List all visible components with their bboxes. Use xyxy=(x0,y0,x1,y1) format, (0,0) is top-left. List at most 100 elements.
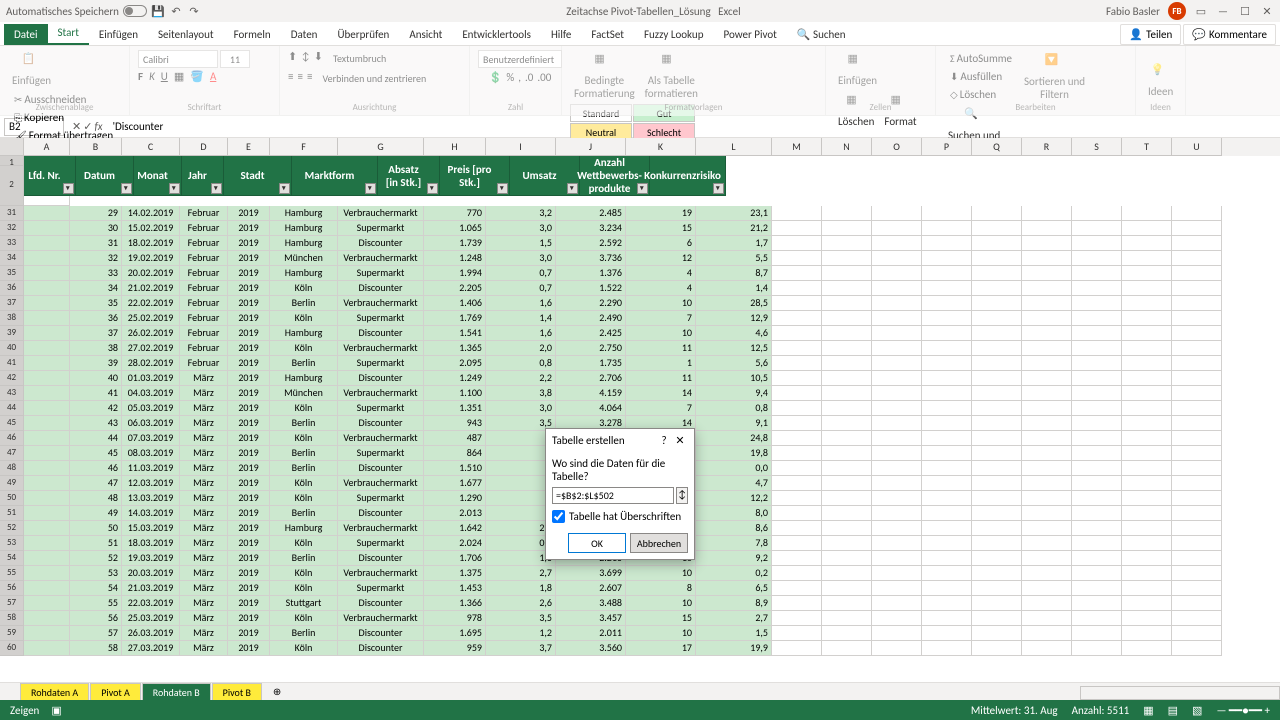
cell[interactable]: 2019 xyxy=(228,221,270,236)
cell[interactable]: Köln xyxy=(270,431,338,446)
cell[interactable] xyxy=(922,281,972,296)
cell[interactable]: Discounter xyxy=(338,236,424,251)
table-header[interactable]: Umsatz xyxy=(510,156,580,196)
select-all-corner[interactable] xyxy=(0,138,24,156)
cell[interactable] xyxy=(972,401,1022,416)
dec-decimal-icon[interactable]: .00 xyxy=(537,71,551,84)
cell[interactable]: 23,1 xyxy=(696,206,772,221)
cell[interactable]: Köln xyxy=(270,401,338,416)
cell[interactable]: 2019 xyxy=(228,506,270,521)
cell[interactable] xyxy=(972,266,1022,281)
cell[interactable]: März xyxy=(180,596,228,611)
cell[interactable]: 1.453 xyxy=(424,581,486,596)
cell[interactable]: 47 xyxy=(70,476,122,491)
cell[interactable] xyxy=(822,296,872,311)
col-header[interactable]: D xyxy=(180,138,228,156)
row-header[interactable]: 45 xyxy=(0,416,24,431)
cell[interactable]: 10,5 xyxy=(696,371,772,386)
cell[interactable]: März xyxy=(180,581,228,596)
cell[interactable] xyxy=(972,371,1022,386)
cell[interactable]: 2.490 xyxy=(556,311,626,326)
cell[interactable] xyxy=(822,491,872,506)
cell[interactable] xyxy=(922,461,972,476)
cell[interactable]: 11 xyxy=(626,371,696,386)
cell[interactable] xyxy=(1122,206,1172,221)
cell[interactable] xyxy=(24,641,70,656)
cell[interactable] xyxy=(772,446,822,461)
row-header[interactable]: 60 xyxy=(0,641,24,656)
cell[interactable] xyxy=(1172,506,1222,521)
cell[interactable]: Discounter xyxy=(338,506,424,521)
cell[interactable] xyxy=(1022,386,1072,401)
cell[interactable] xyxy=(1022,221,1072,236)
cell[interactable] xyxy=(1122,251,1172,266)
cell[interactable]: 12 xyxy=(626,251,696,266)
cell[interactable]: 1.642 xyxy=(424,521,486,536)
cell[interactable]: 2019 xyxy=(228,236,270,251)
cell[interactable]: 06.03.2019 xyxy=(122,416,180,431)
cell[interactable]: 45 xyxy=(70,446,122,461)
cell[interactable]: 1,4 xyxy=(486,311,556,326)
cell[interactable] xyxy=(772,416,822,431)
cell[interactable] xyxy=(872,236,922,251)
cell[interactable] xyxy=(1172,401,1222,416)
cell[interactable]: Berlin xyxy=(270,356,338,371)
cell[interactable]: 52 xyxy=(70,551,122,566)
cell[interactable] xyxy=(822,311,872,326)
cell[interactable]: Discounter xyxy=(338,371,424,386)
cell[interactable]: 2019 xyxy=(228,401,270,416)
cell[interactable] xyxy=(872,251,922,266)
cell[interactable] xyxy=(1172,386,1222,401)
cell[interactable] xyxy=(922,566,972,581)
cell[interactable]: 25.03.2019 xyxy=(122,611,180,626)
align-center-icon[interactable]: ≡ xyxy=(297,70,302,87)
cell[interactable] xyxy=(1022,581,1072,596)
cell[interactable] xyxy=(922,371,972,386)
cell[interactable]: 487 xyxy=(424,431,486,446)
cell[interactable]: 770 xyxy=(424,206,486,221)
cell[interactable]: 1 xyxy=(626,356,696,371)
cell[interactable]: 2,7 xyxy=(486,566,556,581)
cell[interactable]: Verbrauchermarkt xyxy=(338,386,424,401)
cell[interactable]: 1.248 xyxy=(424,251,486,266)
cell[interactable]: Berlin xyxy=(270,416,338,431)
cell[interactable]: 3,5 xyxy=(486,611,556,626)
spreadsheet-grid[interactable]: A B C D E F G H I J K L M N O P Q R S T … xyxy=(0,138,1280,682)
cell[interactable]: Köln xyxy=(270,476,338,491)
cell[interactable] xyxy=(1122,281,1172,296)
cell[interactable]: 8,0 xyxy=(696,506,772,521)
col-header[interactable]: Q xyxy=(972,138,1022,156)
cell[interactable] xyxy=(822,206,872,221)
cell[interactable]: 2.013 xyxy=(424,506,486,521)
filter-icon[interactable] xyxy=(211,183,222,194)
cell[interactable]: 978 xyxy=(424,611,486,626)
cell[interactable]: Verbrauchermarkt xyxy=(338,206,424,221)
cell[interactable]: 0,8 xyxy=(696,401,772,416)
cell[interactable] xyxy=(972,476,1022,491)
cell[interactable]: 33 xyxy=(70,266,122,281)
cell[interactable] xyxy=(1122,386,1172,401)
row-header[interactable]: 50 xyxy=(0,491,24,506)
cell[interactable]: 2.205 xyxy=(424,281,486,296)
cell[interactable]: 1.351 xyxy=(424,401,486,416)
cell[interactable] xyxy=(1022,521,1072,536)
cell[interactable] xyxy=(872,551,922,566)
cell[interactable] xyxy=(772,341,822,356)
cell[interactable]: 11 xyxy=(626,341,696,356)
cell[interactable]: Discounter xyxy=(338,551,424,566)
cell[interactable] xyxy=(922,611,972,626)
row-header[interactable]: 56 xyxy=(0,581,24,596)
cancel-button[interactable]: Abbrechen xyxy=(630,533,688,553)
cell[interactable] xyxy=(1022,626,1072,641)
cell[interactable]: 10 xyxy=(626,626,696,641)
cell[interactable] xyxy=(24,626,70,641)
cell[interactable] xyxy=(1122,476,1172,491)
cell[interactable] xyxy=(1172,206,1222,221)
cell[interactable] xyxy=(1122,311,1172,326)
cell[interactable] xyxy=(822,341,872,356)
cell[interactable]: 959 xyxy=(424,641,486,656)
cell[interactable] xyxy=(1072,356,1122,371)
sheet-tab[interactable]: Rohdaten B xyxy=(142,683,211,701)
cell[interactable]: Discounter xyxy=(338,641,424,656)
cell[interactable] xyxy=(1122,341,1172,356)
